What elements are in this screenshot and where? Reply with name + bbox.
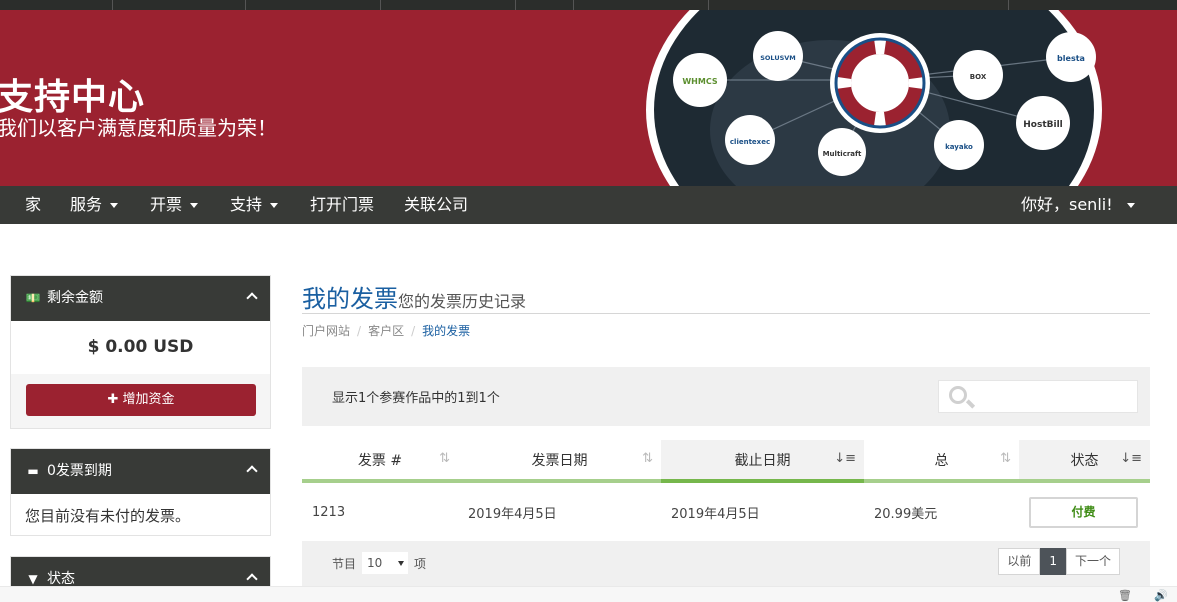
breadcrumb-current: 我的发票 (422, 324, 471, 338)
chevron-up-icon[interactable] (246, 557, 258, 586)
main-navbar: 家 服务 开票 支持 打开门票 关联公司 你好，senli! (0, 186, 1177, 224)
table-footer: 节目 10 项 以前 1 下一个 (302, 541, 1150, 586)
col-invoice-number[interactable]: 发票 # ⇅ (302, 440, 458, 483)
nav-support-label: 支持 (230, 195, 263, 214)
browser-tab-strip (0, 0, 1177, 10)
col-total[interactable]: 总 ⇅ (864, 440, 1019, 483)
per-page-select[interactable]: 10 (362, 552, 409, 574)
sort-icon: ⇅ (642, 451, 653, 466)
title-divider (302, 313, 1150, 314)
credit-card-icon: ▬ (27, 464, 39, 478)
pagination-page-1[interactable]: 1 (1040, 548, 1066, 575)
money-icon: 💵 (25, 291, 41, 305)
status-cell: 付费 (1019, 481, 1150, 541)
col-due-date[interactable]: 截止日期 ↓≡ (661, 440, 864, 483)
sort-ascending-icon: ↓≡ (834, 451, 856, 466)
breadcrumb-portal[interactable]: 门户网站 (302, 324, 350, 338)
breadcrumb-client-area[interactable]: 客户区 (368, 324, 404, 338)
page-title: 我的发票您的发票历史记录 (302, 279, 526, 314)
browser-status-bar: 🗑 🔊 (0, 586, 1177, 602)
whmcs-logo: WHMCS (682, 77, 718, 86)
col-status-label: 状态 (1070, 452, 1099, 469)
hero-subtitle: 我们以客户满意度和质量为荣！ (0, 116, 277, 140)
chevron-up-icon[interactable] (246, 276, 258, 321)
search-field[interactable] (938, 380, 1138, 413)
pagination: 以前 1 下一个 (998, 548, 1120, 575)
sort-descending-icon: ↓≡ (1120, 451, 1142, 466)
per-page-control: 节目 10 项 (332, 552, 427, 574)
nav-open-ticket[interactable]: 打开门票 (310, 186, 374, 224)
col-invoice-date-label: 发票日期 (531, 452, 588, 469)
total-cell: 20.99美元 (874, 506, 938, 522)
breadcrumb: 门户网站 / 客户区 / 我的发票 (302, 324, 471, 338)
col-status[interactable]: 状态 ↓≡ (1019, 440, 1150, 483)
status-filter-title: 状态 (47, 571, 75, 586)
blesta-logo: blesta (1057, 54, 1085, 63)
col-invoice-number-label: 发票 # (357, 452, 403, 469)
due-date-cell: 2019年4月5日 (671, 506, 760, 522)
col-due-date-label: 截止日期 (734, 452, 791, 469)
hero-banner: 支持中心 我们以客户满意度和质量为荣！ WHMCS SOLUSVM client… (0, 10, 1177, 186)
chevron-up-icon[interactable] (246, 449, 258, 494)
nav-user-menu[interactable]: 你好，senli! (1021, 186, 1135, 224)
balance-panel: 💵 剩余金额 $ 0.00 USD ✚ 增加资金 (10, 275, 271, 429)
nav-services-label: 服务 (70, 195, 103, 214)
due-invoices-text: 您目前没有未付的发票。 (25, 507, 191, 525)
hero-network-illustration: WHMCS SOLUSVM clientexec Multicraft BOX … (646, 10, 1102, 186)
nav-billing-label: 开票 (150, 195, 183, 214)
sort-icon: ⇅ (439, 451, 450, 466)
solusvm-logo: SOLUSVM (760, 54, 796, 62)
nav-home[interactable]: 家 (25, 186, 41, 224)
add-funds-label: 增加资金 (122, 392, 175, 407)
boxbilling-logo: BOX (970, 73, 987, 81)
pagination-next[interactable]: 下一个 (1065, 548, 1120, 575)
pagination-prev[interactable]: 以前 (998, 548, 1041, 575)
invoice-number-cell: 1213 (312, 504, 346, 520)
status-filter-header[interactable]: ▼ 状态 (11, 557, 270, 586)
balance-panel-title: 剩余金额 (47, 290, 103, 306)
chevron-down-icon (1126, 203, 1135, 208)
status-filter-panel: ▼ 状态 (10, 556, 271, 586)
invoices-table: 发票 # ⇅ 发票日期 ⇅ 截止日期 ↓≡ 总 ⇅ 状态 ↓≡ 1213 2019年4月5… (302, 440, 1150, 541)
speaker-icon[interactable]: 🔊 (1154, 589, 1168, 602)
per-page-label: 节目 (332, 557, 357, 571)
kayako-logo: kayako (945, 143, 973, 151)
col-invoice-date[interactable]: 发票日期 ⇅ (458, 440, 661, 483)
plus-icon: ✚ (107, 392, 123, 407)
table-row[interactable]: 1213 2019年4月5日 2019年4月5日 20.99美元 付费 (302, 481, 1150, 541)
chevron-down-icon (398, 561, 405, 566)
table-info: 显示1个参赛作品中的1到1个 (332, 391, 500, 406)
search-icon (949, 386, 967, 404)
sort-icon: ⇅ (1000, 451, 1011, 466)
nav-support[interactable]: 支持 (230, 186, 279, 224)
invoice-date-cell: 2019年4月5日 (468, 506, 557, 522)
clientexec-logo: clientexec (730, 138, 770, 146)
balance-amount: $ 0.00 USD (87, 337, 194, 357)
nav-billing[interactable]: 开票 (150, 186, 199, 224)
page-title-text: 我的发票 (302, 285, 398, 313)
balance-panel-header[interactable]: 💵 剩余金额 (11, 276, 270, 321)
nav-services[interactable]: 服务 (70, 186, 119, 224)
filter-icon: ▼ (28, 572, 38, 586)
table-toolbar: 显示1个参赛作品中的1到1个 (302, 367, 1150, 426)
search-input[interactable] (979, 385, 1129, 409)
due-invoices-panel: ▬ 0发票到期 您目前没有未付的发票。 (10, 448, 271, 536)
chevron-down-icon (110, 203, 119, 208)
status-badge[interactable]: 付费 (1029, 496, 1138, 528)
multicraft-logo: Multicraft (823, 150, 862, 158)
per-page-suffix: 项 (414, 557, 427, 571)
page-subtitle: 您的发票历史记录 (398, 292, 527, 311)
per-page-value: 10 (367, 556, 383, 570)
chevron-down-icon (270, 203, 279, 208)
nav-affiliates[interactable]: 关联公司 (404, 186, 468, 224)
due-invoices-title: 0发票到期 (47, 463, 112, 479)
hostbill-logo: HostBill (1023, 120, 1063, 130)
balance-panel-footer: ✚ 增加资金 (11, 374, 270, 428)
col-total-label: 总 (934, 452, 949, 469)
due-invoices-header[interactable]: ▬ 0发票到期 (11, 449, 270, 494)
user-greeting: 你好，senli! (1021, 195, 1113, 214)
chevron-down-icon (190, 203, 199, 208)
trash-icon[interactable]: 🗑 (1118, 589, 1132, 602)
add-funds-button[interactable]: ✚ 增加资金 (26, 384, 256, 416)
